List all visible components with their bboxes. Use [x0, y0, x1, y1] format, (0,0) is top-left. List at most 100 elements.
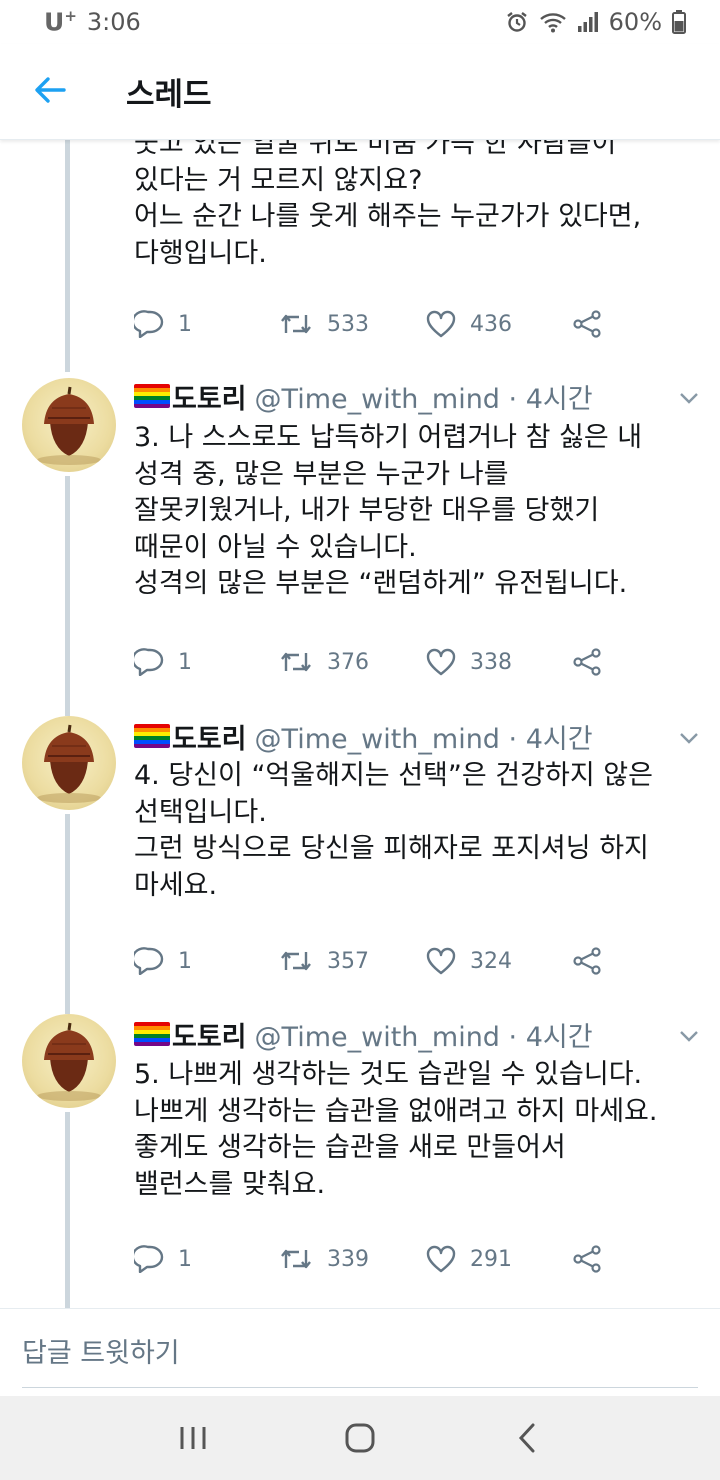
avatar[interactable] [22, 378, 116, 472]
like-count: 324 [470, 948, 512, 974]
alarm-icon [505, 10, 529, 34]
recent-apps-icon [180, 1427, 206, 1449]
tweet-line: 마세요. [134, 869, 218, 901]
thread-connector-line [65, 1112, 70, 1308]
retweet-icon [281, 1249, 311, 1269]
display-name[interactable]: 도토리 [172, 1015, 247, 1054]
acorn-avatar-image [37, 1022, 101, 1101]
chevron-left-icon [518, 1423, 535, 1453]
back-button[interactable] [0, 44, 100, 140]
tweet-actions: 1 533 436 [134, 306, 614, 342]
reply-icon [134, 648, 164, 676]
retweet-icon [281, 314, 311, 334]
retweet-button[interactable]: 339 [279, 1241, 369, 1277]
retweet-count: 339 [327, 1246, 369, 1272]
like-button[interactable]: 338 [426, 644, 512, 680]
status-time: 3:06 [86, 7, 141, 36]
reply-input-underline [22, 1387, 698, 1388]
page-title: 스레드 [126, 77, 212, 113]
thread-connector-line [65, 814, 70, 1014]
acorn-avatar-image [37, 724, 101, 803]
recent-apps-button[interactable] [163, 1408, 223, 1468]
carrier-suffix: + [64, 7, 77, 26]
tweet-line: 3. 나 스스로도 납득하기 어렵거나 참 싫은 내 [134, 422, 643, 453]
retweet-count: 533 [327, 311, 369, 337]
tweet-options-button[interactable] [676, 1026, 702, 1046]
reply-count: 1 [178, 311, 192, 337]
retweet-button[interactable]: 533 [279, 306, 369, 342]
share-button[interactable] [572, 306, 616, 342]
reply-composer: 답글 트윗하기 [0, 1308, 720, 1396]
android-nav-bar [0, 1396, 720, 1480]
share-button[interactable] [572, 943, 616, 979]
home-icon [345, 1423, 375, 1453]
tweet-line: 밸런스를 맞춰요. [134, 1168, 326, 1200]
reply-icon [134, 310, 164, 338]
avatar[interactable] [22, 1014, 116, 1108]
tweet-meta: 도토리 @Time_with_mind · 4시간 [134, 377, 593, 416]
tweet-options-button[interactable] [676, 728, 702, 748]
share-icon [573, 947, 601, 975]
reply-icon [134, 947, 164, 975]
heart-icon [426, 947, 456, 975]
handle-and-time: @Time_with_mind · 4시간 [254, 383, 593, 415]
retweet-button[interactable]: 376 [279, 644, 369, 680]
reply-count: 1 [178, 1246, 192, 1272]
like-count: 338 [470, 649, 512, 675]
tweet-line: 좋게도 생각하는 습관을 새로 만들어서 [134, 1132, 566, 1163]
tweet-meta: 도토리 @Time_with_mind · 4시간 [134, 1015, 593, 1054]
reply-button[interactable]: 1 [134, 644, 192, 680]
status-bar: U+ 3:06 60% [0, 0, 720, 44]
reply-button[interactable]: 1 [134, 1241, 192, 1277]
app-header: 스레드 [0, 44, 720, 140]
avatar[interactable] [22, 716, 116, 810]
like-button[interactable]: 436 [426, 306, 512, 342]
retweet-icon [281, 652, 311, 672]
display-name[interactable]: 도토리 [172, 377, 247, 416]
heart-icon [426, 648, 456, 676]
reply-button[interactable]: 1 [134, 306, 192, 342]
tweet-line: 5. 나쁘게 생각하는 것도 습관일 수 있습니다. [134, 1059, 643, 1090]
handle-and-time: @Time_with_mind · 4시간 [254, 1021, 593, 1053]
tweet-line: 성격의 많은 부분은 “랜덤하게” 유전됩니다. [134, 568, 628, 599]
tweet-actions: 1 339 291 [134, 1241, 614, 1277]
rainbow-flag-icon [134, 384, 170, 408]
thread-list[interactable]: 웃고 있는 얼굴 뒤로 미움 가득 한 사람들이 있다는 거 모르지 않지요? … [0, 140, 720, 1308]
tweet-text: 5. 나쁘게 생각하는 것도 습관일 수 있습니다. 나쁘게 생각하는 습관을 … [134, 1057, 704, 1203]
retweet-button[interactable]: 357 [279, 943, 369, 979]
share-icon [573, 1245, 601, 1273]
tweet-line: 나쁘게 생각하는 습관을 없애려고 하지 마세요. [134, 1095, 658, 1127]
tweet-actions: 1 357 324 [134, 943, 614, 979]
handle-and-time: @Time_with_mind · 4시간 [254, 723, 593, 755]
like-button[interactable]: 324 [426, 943, 512, 979]
reply-count: 1 [178, 948, 192, 974]
share-button[interactable] [572, 644, 616, 680]
status-bar-left: U+ 3:06 [44, 7, 141, 36]
share-button[interactable] [572, 1241, 616, 1277]
back-nav-button[interactable] [497, 1408, 557, 1468]
retweet-count: 376 [327, 649, 369, 675]
tweet-line: 그런 방식으로 당신을 피해자로 포지셔닝 하지 [134, 833, 649, 864]
like-button[interactable]: 291 [426, 1241, 512, 1277]
reply-count: 1 [178, 649, 192, 675]
like-count: 291 [470, 1246, 512, 1272]
reply-input[interactable]: 답글 트윗하기 [22, 1331, 180, 1370]
tweet-options-button[interactable] [676, 388, 702, 408]
display-name[interactable]: 도토리 [172, 717, 247, 756]
chevron-down-icon [680, 1031, 698, 1042]
battery-percent: 60% [608, 8, 662, 36]
home-button[interactable] [330, 1408, 390, 1468]
share-icon [573, 310, 601, 338]
tweet-text: 4. 당신이 “억울해지는 선택”은 건강하지 않은 선택입니다. 그런 방식으… [134, 758, 704, 904]
status-bar-right: 60% [505, 8, 686, 36]
rainbow-flag-icon [134, 724, 170, 748]
tweet-actions: 1 376 338 [134, 644, 614, 680]
tweet-line: 선택입니다. [134, 796, 267, 828]
arrow-left-icon [34, 76, 66, 108]
retweet-icon [281, 951, 311, 971]
tweet-line: 성격 중, 많은 부분은 누군가 나를 [134, 458, 509, 490]
reply-button[interactable]: 1 [134, 943, 192, 979]
thread-connector-line [65, 476, 70, 716]
tweet-line: 다행입니다. [134, 237, 267, 269]
chevron-down-icon [680, 393, 698, 404]
